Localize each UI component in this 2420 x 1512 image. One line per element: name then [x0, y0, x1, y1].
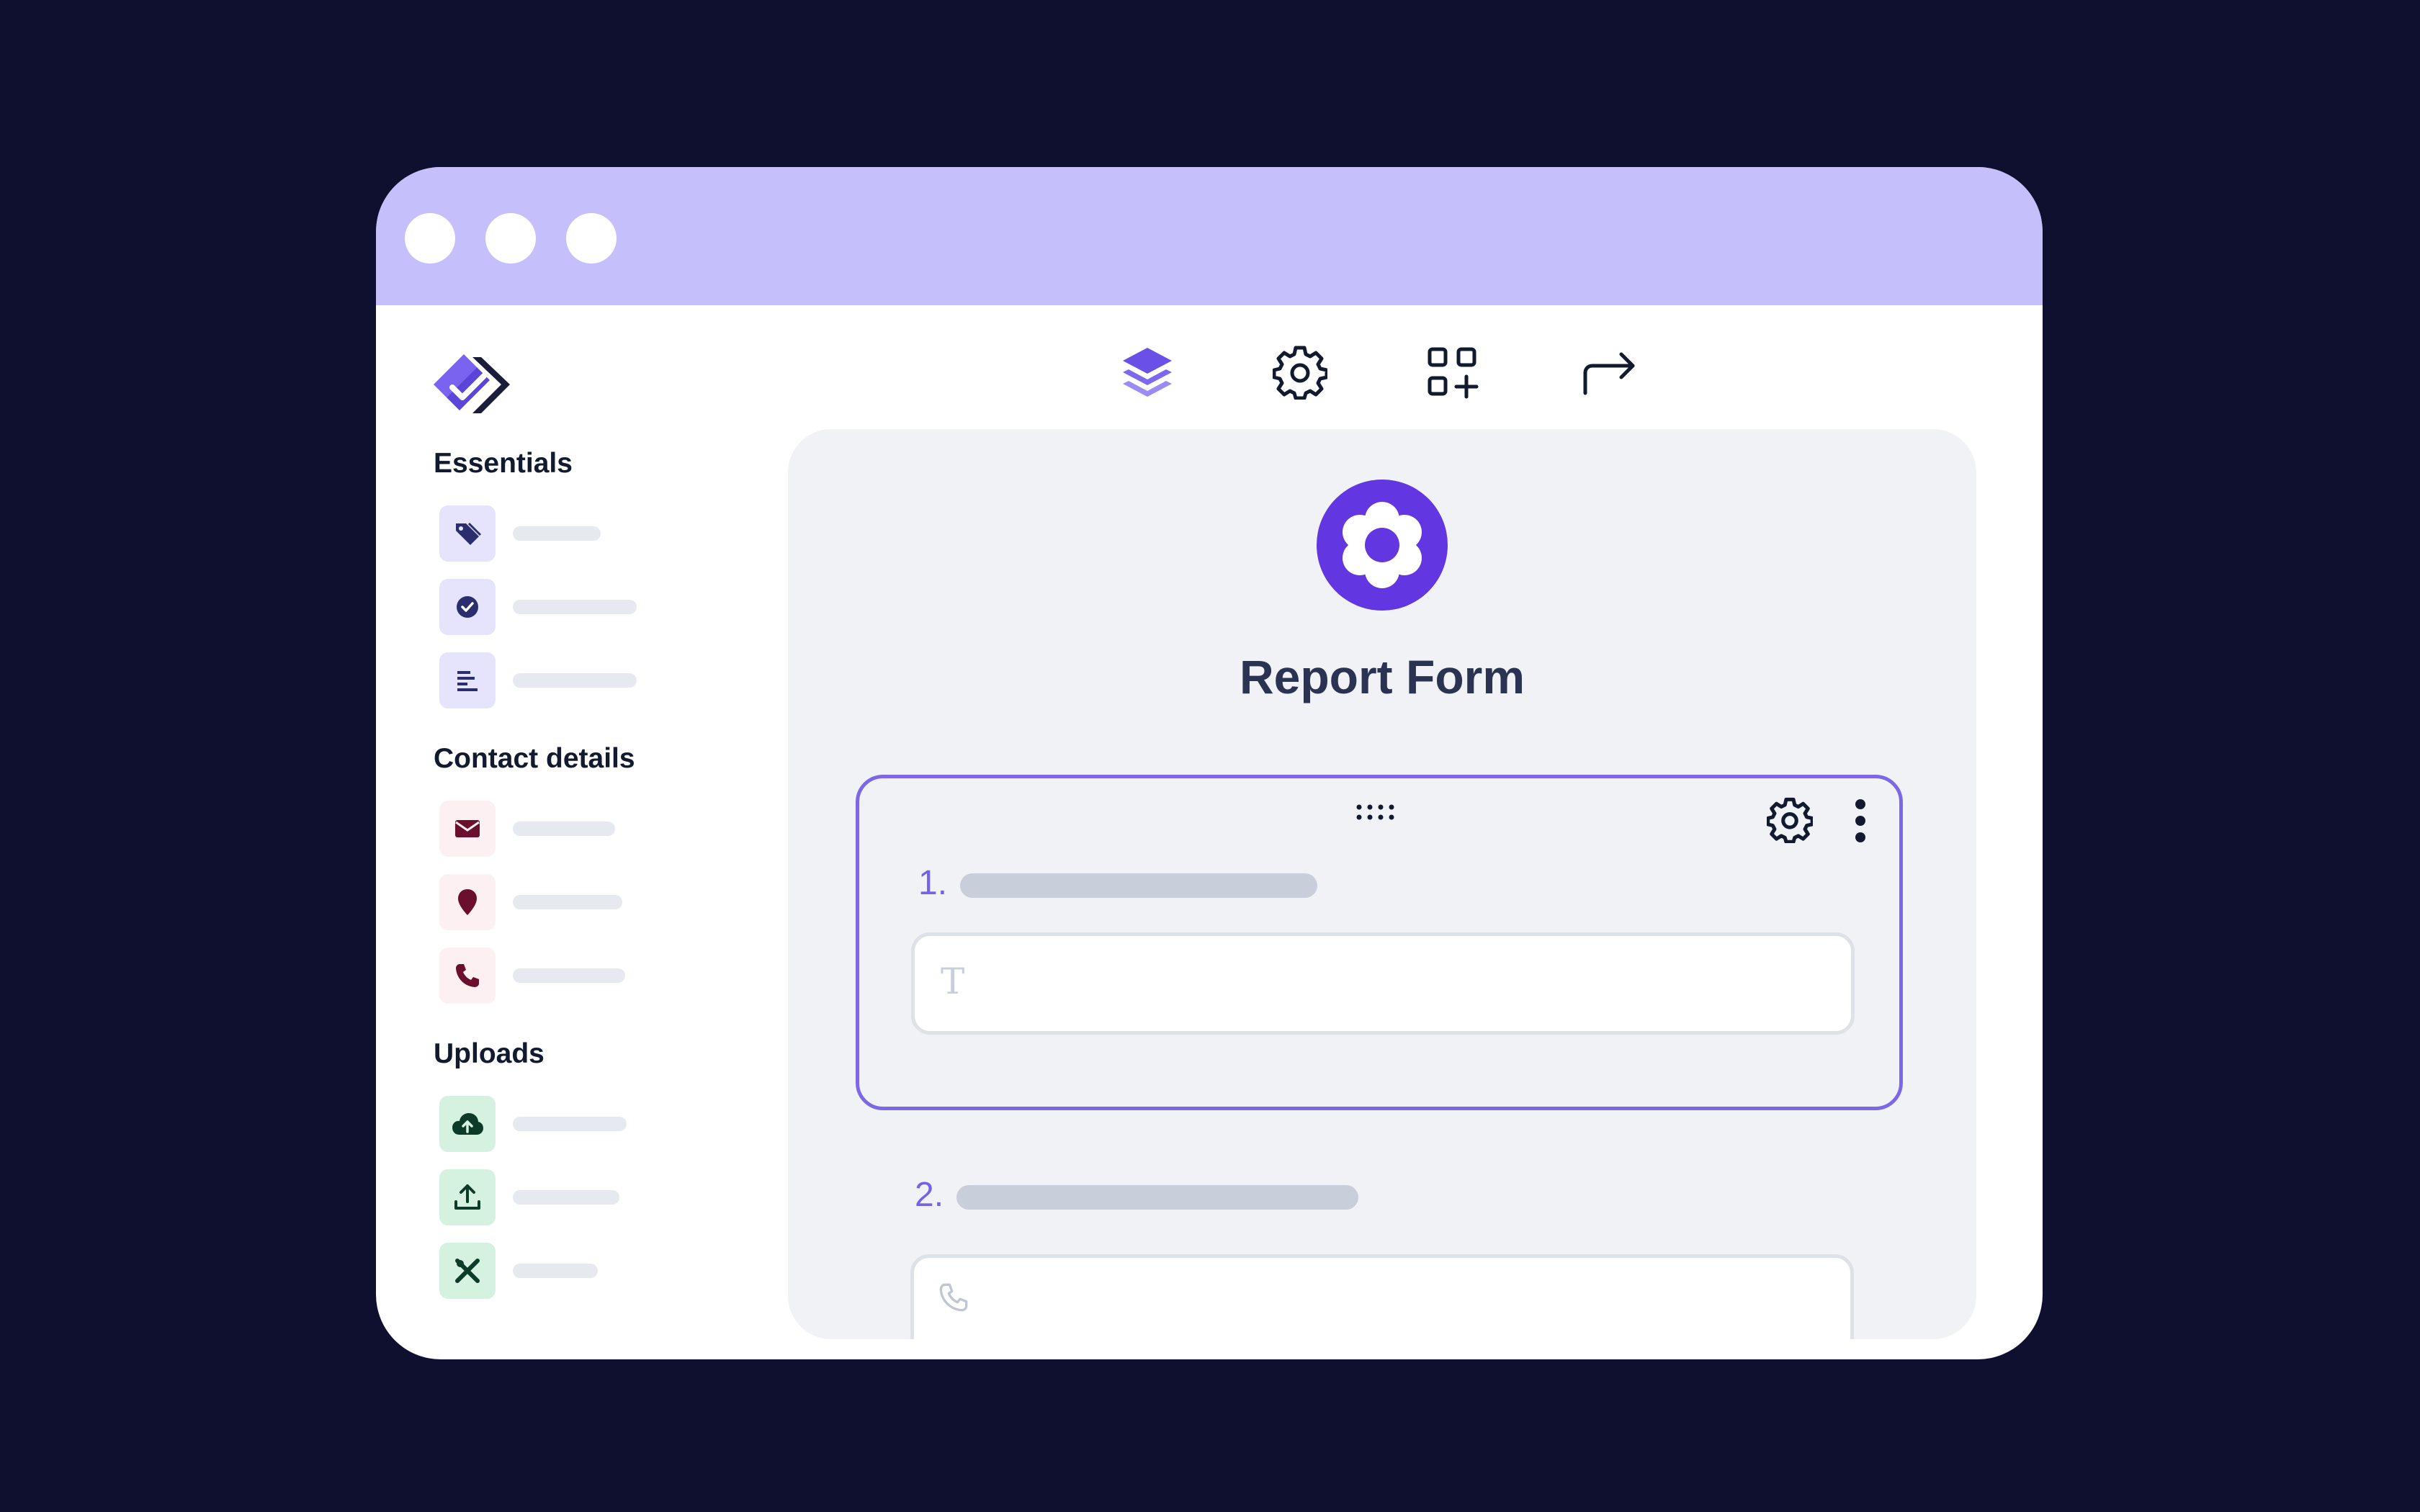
drag-handle-icon[interactable]: [1353, 801, 1397, 827]
more-options-icon[interactable]: [1853, 798, 1868, 847]
section-title-uploads: Uploads: [434, 1038, 544, 1069]
flower-icon: [1343, 502, 1422, 588]
window-close-button[interactable]: [405, 213, 455, 264]
sidebar-item-placeholder: [513, 673, 637, 688]
app-window: Essentials Contact details Uploads Repor…: [376, 167, 2043, 1359]
gear-icon[interactable]: [1269, 341, 1331, 403]
question-label-placeholder: [956, 1185, 1358, 1210]
phone-input[interactable]: [910, 1254, 1854, 1339]
window-maximize-button[interactable]: [566, 213, 617, 264]
text-type-icon: T: [941, 960, 965, 1002]
paragraph-icon: [439, 652, 496, 708]
phone-icon: [439, 948, 496, 1004]
question-number: 1.: [918, 864, 948, 902]
sidebar-item-placeholder: [513, 822, 615, 836]
add-widget-icon[interactable]: [1422, 341, 1484, 403]
design-tools-icon: [439, 1243, 496, 1299]
sidebar-item-placeholder: [513, 1117, 627, 1131]
tag-icon: [439, 505, 496, 562]
check-circle-icon: [439, 579, 496, 635]
title-bar: [376, 167, 2043, 305]
sidebar-item-placeholder: [513, 1264, 598, 1278]
location-pin-icon: [439, 874, 496, 930]
share-icon[interactable]: [1579, 341, 1641, 403]
question-number: 2.: [915, 1176, 944, 1214]
form-field-card-selected[interactable]: 1. T: [856, 775, 1903, 1110]
field-settings-icon[interactable]: [1766, 797, 1814, 847]
form-canvas: Report Form 1. T 2.: [788, 429, 1976, 1339]
question-label-placeholder: [960, 873, 1317, 898]
layers-icon[interactable]: [1116, 341, 1178, 403]
phone-icon: [938, 1282, 969, 1316]
app-logo: [431, 350, 514, 419]
section-title-contact-details: Contact details: [434, 743, 635, 774]
mail-icon: [439, 801, 496, 857]
sidebar-item-placeholder: [513, 895, 622, 909]
sidebar-item-placeholder: [513, 526, 601, 541]
upload-icon: [439, 1169, 496, 1225]
form-title: Report Form: [1240, 650, 1525, 703]
cloud-upload-icon: [439, 1096, 496, 1152]
window-minimize-button[interactable]: [485, 213, 536, 264]
sidebar-item-placeholder: [513, 968, 625, 983]
section-title-essentials: Essentials: [434, 448, 573, 479]
sidebar-item-placeholder: [513, 600, 637, 614]
form-badge: [1317, 480, 1448, 611]
text-input[interactable]: T: [911, 932, 1855, 1035]
sidebar-item-placeholder: [513, 1190, 619, 1205]
